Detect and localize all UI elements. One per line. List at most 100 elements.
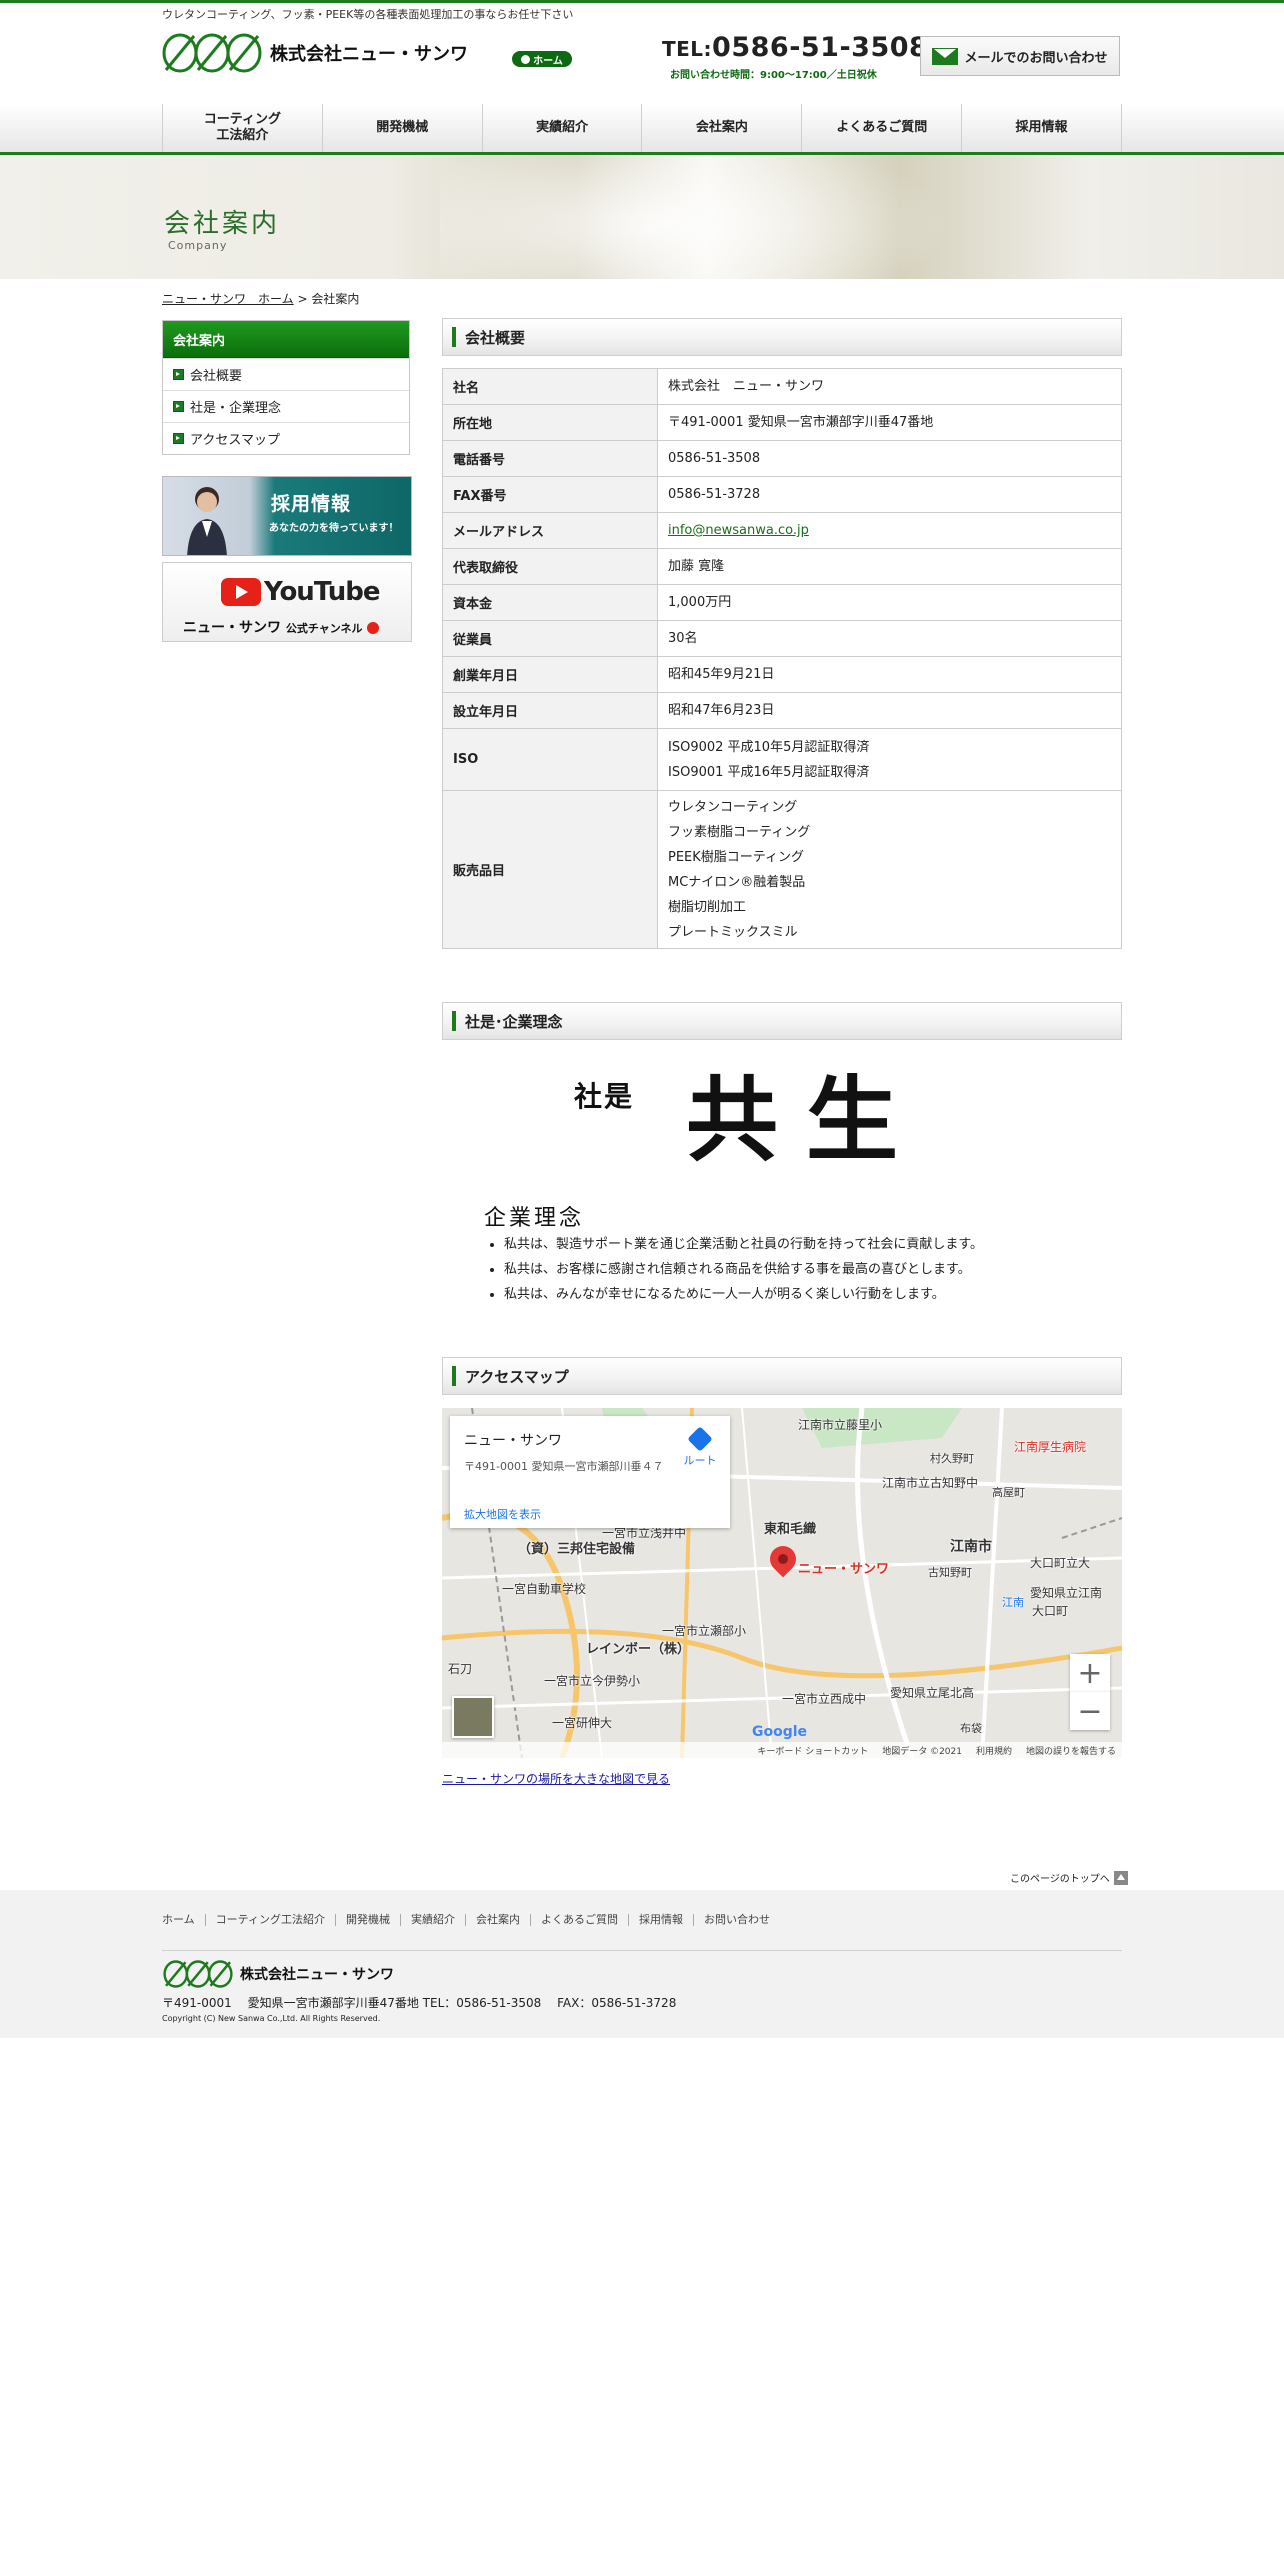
map-place-label: 石刀 <box>448 1662 473 1676</box>
footer-link-faq[interactable]: よくあるご質問 <box>530 1914 628 1926</box>
footer-link-company[interactable]: 会社案内 <box>465 1914 530 1926</box>
row-value: 昭和45年9月21日 <box>657 656 1122 693</box>
zoom-out-button[interactable]: − <box>1070 1692 1110 1730</box>
company-name: 株式会社ニュー・サンワ <box>270 44 468 65</box>
map-place-label: 一宮市立西成中 <box>782 1692 867 1706</box>
footer-divider <box>162 1950 1122 1951</box>
map-place-label: 高屋町 <box>992 1486 1025 1499</box>
zoom-in-button[interactable]: + <box>1070 1654 1110 1692</box>
list-item: 私共は、お客様に感謝され信頼される商品を供給する事を最高の喜びとします。 <box>504 1257 983 1282</box>
tel-block: TEL:0586-51-3508 お問い合わせ時間：9:00〜17:00／土日祝… <box>662 34 928 82</box>
nav-item-recruit[interactable]: 採用情報 <box>961 104 1122 152</box>
product-line: フッ素樹脂コーティング <box>668 824 811 840</box>
page-top-link[interactable]: このページのトップへ <box>1010 1870 1128 1885</box>
arrow-up-icon <box>1113 1870 1128 1885</box>
nav-item-results[interactable]: 実績紹介 <box>481 104 642 152</box>
row-value: 0586-51-3508 <box>657 440 1122 477</box>
row-label: 代表取締役 <box>442 548 658 585</box>
arrow-right-icon <box>366 622 379 634</box>
section-title: アクセスマップ <box>465 1367 569 1386</box>
motto-label: 社是 <box>574 1080 635 1113</box>
table-row: 資本金 1,000万円 <box>442 584 1122 621</box>
map-card-address: 〒491-0001 愛知県一宮市瀬部川垂４７ <box>464 1460 664 1473</box>
section-title: 会社概要 <box>465 328 526 347</box>
map-footer-report[interactable]: 地図の誤りを報告する <box>1026 1744 1116 1757</box>
map-footer-terms[interactable]: 利用規約 <box>976 1744 1012 1757</box>
arrow-bullet-icon <box>173 369 184 380</box>
company-overview-table: 社名 株式会社 ニュー・サンワ 所在地 〒491-0001 愛知県一宮市瀬部字川垂4… <box>442 368 1122 949</box>
bullet-icon <box>521 54 531 64</box>
map-place-label: 江南 <box>1002 1596 1024 1609</box>
footer-link-contact[interactable]: お問い合わせ <box>693 1914 780 1926</box>
map-footer-shortcuts[interactable]: キーボード ショートカット <box>757 1744 868 1757</box>
footer-link-home[interactable]: ホーム <box>162 1914 205 1926</box>
footer-company-name: 株式会社ニュー・サンワ <box>240 1967 394 1983</box>
view-larger-map-link[interactable]: 拡大地図を表示 <box>464 1506 541 1522</box>
row-label: 所在地 <box>442 404 658 441</box>
large-map-link[interactable]: ニュー・サンワの場所を大きな地図で見る <box>442 1770 670 1787</box>
footer-link-results[interactable]: 実績紹介 <box>400 1914 465 1926</box>
nav-item-machines[interactable]: 開発機械 <box>321 104 482 152</box>
email-link[interactable]: info@newsanwa.co.jp <box>668 523 809 538</box>
recruit-banner[interactable]: 採用情報 あなたの力を待っています！ <box>162 476 412 556</box>
row-label: 電話番号 <box>442 440 658 477</box>
satellite-toggle[interactable] <box>452 1696 494 1738</box>
table-row: 社名 株式会社 ニュー・サンワ <box>442 368 1122 405</box>
map-place-label: 大口町立大 <box>1030 1556 1091 1570</box>
page-title: 会社案内 <box>164 209 281 239</box>
arrow-bullet-icon <box>173 401 184 412</box>
table-row: 所在地 〒491-0001 愛知県一宮市瀬部字川垂47番地 <box>442 404 1122 441</box>
sidebar-item-label: 会社概要 <box>190 369 243 384</box>
section-title: 社是･企業理念 <box>465 1012 563 1031</box>
nav-item-faq[interactable]: よくあるご質問 <box>801 104 961 152</box>
sidebar-item-label: 社是・企業理念 <box>190 401 282 416</box>
directions-icon <box>687 1426 713 1452</box>
map-place-label: 愛知県立尾北高 <box>890 1686 975 1700</box>
site-footer: ホーム コーティング工法紹介 開発機械 実績紹介 会社案内 よくあるご質問 採用… <box>0 1890 1284 2038</box>
row-label: ISO <box>442 728 658 791</box>
row-value: 0586-51-3728 <box>657 476 1122 513</box>
map-place-label: 一宮研伸大 <box>552 1716 613 1730</box>
breadcrumb-current: 会社案内 <box>311 292 360 306</box>
sidebar-item-access[interactable]: アクセスマップ <box>163 422 409 454</box>
breadcrumb-separator: > <box>297 292 308 306</box>
map-place-label: 江南市立古知野中 <box>882 1476 979 1490</box>
map-place-label: 大口町 <box>1032 1604 1069 1618</box>
footer-link-coating[interactable]: コーティング工法紹介 <box>204 1914 335 1926</box>
sidebar-item-philosophy[interactable]: 社是・企業理念 <box>163 390 409 422</box>
map-info-card: ニュー・サンワ 〒491-0001 愛知県一宮市瀬部川垂４７ ルート 拡大地図を… <box>450 1416 730 1528</box>
site-logo[interactable]: 株式会社ニュー・サンワ <box>162 30 468 76</box>
product-line: ウレタンコーティング <box>668 799 798 815</box>
map-place-label: レインボー（株） <box>586 1642 691 1657</box>
home-link[interactable]: ホーム <box>512 51 572 67</box>
person-photo-icon <box>187 487 227 555</box>
footer-link-recruit[interactable]: 採用情報 <box>628 1914 693 1926</box>
map-place-label: （資）三邦住宅設備 <box>518 1542 636 1557</box>
sidebar-item-label: アクセスマップ <box>190 433 280 448</box>
breadcrumb-home-link[interactable]: ニュー・サンワ ホーム <box>162 292 294 306</box>
page-banner: 会社案内 Company <box>0 155 1284 279</box>
table-row: 従業員 30名 <box>442 620 1122 657</box>
youtube-logo: YouTube <box>221 577 380 607</box>
youtube-channel-name: ニュー・サンワ <box>183 620 281 636</box>
mail-contact-button[interactable]: メールでのお問い合わせ <box>920 36 1120 76</box>
footer-link-machines[interactable]: 開発機械 <box>335 1914 400 1926</box>
google-map[interactable]: 江南市立藤里小 江南厚生病院 村久野町 江南市立古知野中 高屋町 東和毛織 江南… <box>442 1408 1122 1758</box>
row-value: 昭和47年6月23日 <box>657 692 1122 729</box>
google-logo: Google <box>752 1724 808 1740</box>
nav-item-coating[interactable]: コーティング 工法紹介 <box>162 104 322 152</box>
banner-decoration <box>440 155 1000 279</box>
row-label: 資本金 <box>442 584 658 621</box>
list-item: 私共は、みんなが幸せになるために一人一人が明るく楽しい行動をします。 <box>504 1282 983 1307</box>
nav-item-company[interactable]: 会社案内 <box>641 104 801 152</box>
recruit-title: 採用情報 <box>271 493 352 515</box>
sidebar-heading: 会社案内 <box>163 321 409 358</box>
sidebar-item-overview[interactable]: 会社概要 <box>163 358 409 390</box>
row-label: 従業員 <box>442 620 658 657</box>
row-value: ISO9002 平成10年5月認証取得済 ISO9001 平成16年5月認証取得… <box>657 728 1122 791</box>
youtube-banner[interactable]: YouTube ニュー・サンワ 公式チャンネル <box>162 562 412 642</box>
product-line: プレートミックスミル <box>668 924 798 940</box>
tel-number: TEL:0586-51-3508 <box>662 34 928 63</box>
footer-logo[interactable]: 株式会社ニュー・サンワ <box>162 1958 394 1990</box>
directions-button[interactable]: ルート <box>680 1426 720 1468</box>
